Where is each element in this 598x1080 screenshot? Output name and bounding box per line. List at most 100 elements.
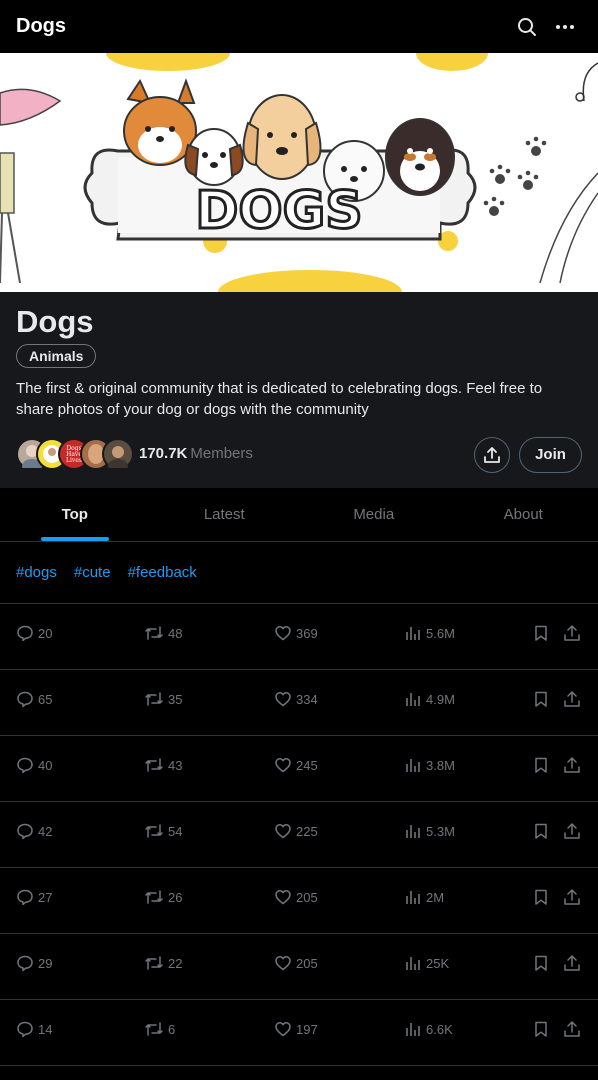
repost-button[interactable]: 43 bbox=[144, 755, 182, 775]
hashtag-dogs[interactable]: #dogs bbox=[16, 564, 57, 581]
views-icon bbox=[406, 825, 420, 838]
share-post-button[interactable] bbox=[563, 953, 585, 973]
bookmark-icon bbox=[535, 955, 547, 971]
views-icon bbox=[406, 627, 420, 640]
like-count: 197 bbox=[296, 1021, 318, 1037]
post-action-row[interactable]: 27 26 205 2M bbox=[0, 868, 598, 934]
repost-count: 35 bbox=[168, 691, 183, 707]
view-count: 3.8M bbox=[426, 757, 455, 773]
member-avatars[interactable]: Dogs Have Lives bbox=[16, 438, 134, 473]
post-action-row[interactable]: 65 35 334 4.9M bbox=[0, 670, 598, 736]
view-count: 25K bbox=[426, 955, 450, 971]
views-button[interactable]: 5.6M bbox=[404, 623, 455, 643]
reply-button[interactable]: 65 bbox=[16, 689, 52, 709]
share-post-button[interactable] bbox=[563, 689, 585, 709]
views-button[interactable]: 3.8M bbox=[404, 755, 455, 775]
views-icon bbox=[406, 1023, 420, 1036]
member-count-value: 170.7K bbox=[139, 445, 188, 462]
reply-count: 20 bbox=[38, 625, 53, 641]
repost-button[interactable]: 35 bbox=[144, 689, 182, 709]
share-post-button[interactable] bbox=[563, 887, 585, 907]
more-button[interactable] bbox=[548, 10, 582, 44]
reply-count: 65 bbox=[38, 691, 53, 707]
repost-count: 6 bbox=[168, 1021, 176, 1037]
avatar bbox=[102, 438, 134, 473]
reply-icon bbox=[17, 889, 33, 906]
reply-button[interactable]: 40 bbox=[16, 755, 52, 775]
bookmark-button[interactable] bbox=[532, 953, 554, 973]
bookmark-button[interactable] bbox=[532, 623, 554, 643]
community-banner[interactable]: DOGS bbox=[0, 53, 598, 292]
bookmark-button[interactable] bbox=[532, 689, 554, 709]
member-count-label: Members bbox=[190, 445, 253, 462]
share-icon bbox=[564, 955, 580, 971]
bookmark-button[interactable] bbox=[532, 1019, 554, 1039]
bookmark-button[interactable] bbox=[532, 887, 554, 907]
repost-button[interactable]: 6 bbox=[144, 1019, 175, 1039]
heart-icon bbox=[275, 824, 291, 839]
post-action-row[interactable]: 29 22 205 25K bbox=[0, 934, 598, 1000]
views-button[interactable]: 4.9M bbox=[404, 689, 455, 709]
bookmark-icon bbox=[535, 1021, 547, 1037]
reply-count: 29 bbox=[38, 955, 53, 971]
reply-button[interactable]: 20 bbox=[16, 623, 52, 643]
like-button[interactable]: 245 bbox=[274, 755, 318, 775]
like-button[interactable]: 225 bbox=[274, 821, 318, 841]
views-button[interactable]: 2M bbox=[404, 887, 444, 907]
repost-button[interactable]: 22 bbox=[144, 953, 182, 973]
post-action-row[interactable]: 42 54 225 5.3M bbox=[0, 802, 598, 868]
bookmark-icon bbox=[535, 691, 547, 707]
bookmark-button[interactable] bbox=[532, 821, 554, 841]
tab-media[interactable]: Media bbox=[299, 488, 449, 541]
search-button[interactable] bbox=[510, 10, 544, 44]
heart-icon bbox=[275, 890, 291, 905]
reply-button[interactable]: 42 bbox=[16, 821, 52, 841]
heart-icon bbox=[275, 1022, 291, 1037]
reply-icon bbox=[17, 625, 33, 642]
like-button[interactable]: 334 bbox=[274, 689, 318, 709]
like-count: 245 bbox=[296, 757, 318, 773]
hashtag-cute[interactable]: #cute bbox=[74, 564, 111, 581]
reply-button[interactable]: 14 bbox=[16, 1019, 52, 1039]
reply-button[interactable]: 27 bbox=[16, 887, 52, 907]
share-post-button[interactable] bbox=[563, 821, 585, 841]
like-button[interactable]: 205 bbox=[274, 953, 318, 973]
share-icon bbox=[484, 447, 500, 463]
bookmark-button[interactable] bbox=[532, 755, 554, 775]
share-post-button[interactable] bbox=[563, 755, 585, 775]
repost-button[interactable]: 26 bbox=[144, 887, 182, 907]
community-info: Dogs Animals The first & original commun… bbox=[0, 292, 598, 488]
view-count: 4.9M bbox=[426, 691, 455, 707]
like-button[interactable]: 197 bbox=[274, 1019, 318, 1039]
join-button[interactable]: Join bbox=[519, 437, 582, 473]
repost-button[interactable]: 48 bbox=[144, 623, 182, 643]
reply-button[interactable]: 29 bbox=[16, 953, 52, 973]
search-icon bbox=[518, 17, 536, 36]
reply-icon bbox=[17, 757, 33, 774]
post-action-row[interactable]: 40 43 245 3.8M bbox=[0, 736, 598, 802]
share-button[interactable] bbox=[474, 437, 510, 473]
view-count: 2M bbox=[426, 889, 445, 905]
share-post-button[interactable] bbox=[563, 1019, 585, 1039]
post-action-row[interactable]: 20 48 369 5.6M bbox=[0, 604, 598, 670]
bookmark-icon bbox=[535, 625, 547, 641]
reply-count: 40 bbox=[38, 757, 53, 773]
category-tag[interactable]: Animals bbox=[16, 344, 97, 368]
hashtag-feedback[interactable]: #feedback bbox=[128, 564, 197, 581]
view-count: 5.6M bbox=[426, 625, 455, 641]
like-button[interactable]: 205 bbox=[274, 887, 318, 907]
views-button[interactable]: 6.6K bbox=[404, 1019, 453, 1039]
views-button[interactable]: 5.3M bbox=[404, 821, 455, 841]
tab-latest[interactable]: Latest bbox=[150, 488, 300, 541]
post-action-row[interactable]: 14 6 197 6.6K bbox=[0, 1000, 598, 1066]
views-button[interactable]: 25K bbox=[404, 953, 449, 973]
share-post-button[interactable] bbox=[563, 623, 585, 643]
views-icon bbox=[406, 891, 420, 904]
like-button[interactable]: 369 bbox=[274, 623, 318, 643]
member-count[interactable]: 170.7K Members bbox=[139, 445, 253, 462]
repost-button[interactable]: 54 bbox=[144, 821, 182, 841]
view-count: 6.6K bbox=[426, 1021, 453, 1037]
tab-top[interactable]: Top bbox=[0, 488, 150, 541]
view-count: 5.3M bbox=[426, 823, 455, 839]
tab-about[interactable]: About bbox=[449, 488, 598, 541]
